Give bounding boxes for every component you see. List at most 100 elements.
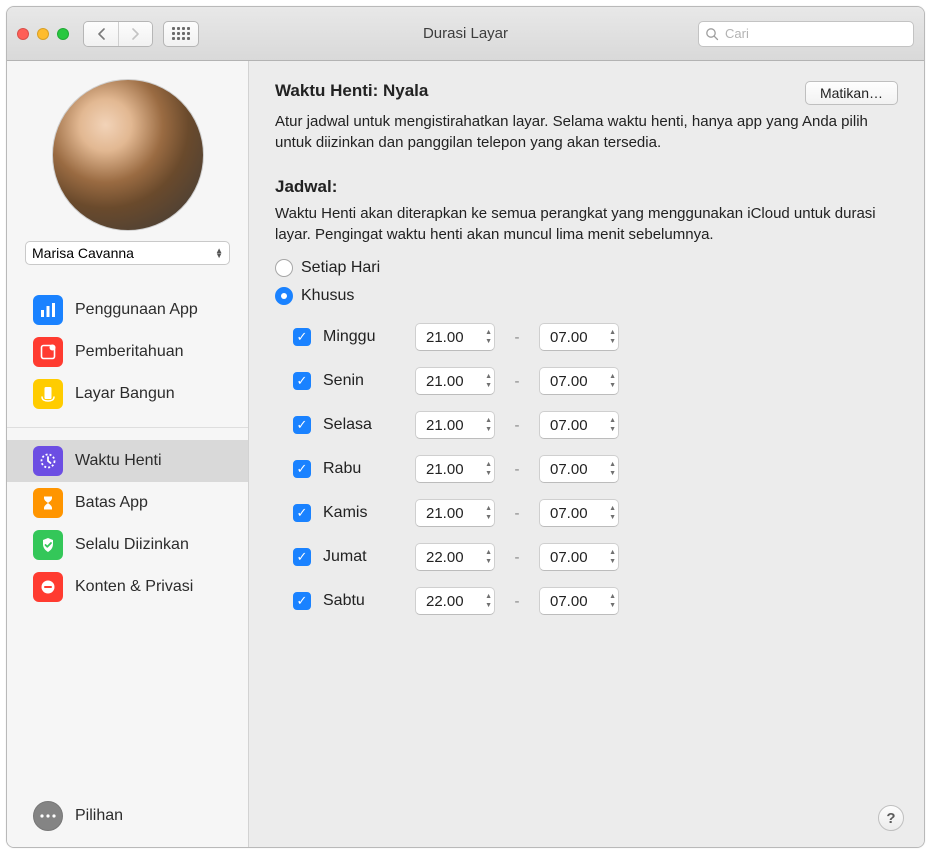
sidebar-item[interactable]: Konten & Privasi: [7, 566, 248, 608]
sidebar-item-label: Batas App: [75, 494, 148, 512]
to-time-field[interactable]: 07.00 ▲▼: [539, 323, 619, 351]
to-time-field[interactable]: 07.00 ▲▼: [539, 587, 619, 615]
forward-button[interactable]: [118, 22, 152, 46]
stepper-icon[interactable]: ▲▼: [609, 416, 616, 434]
from-time-field[interactable]: 21.00 ▲▼: [415, 499, 495, 527]
to-time-field[interactable]: 07.00 ▲▼: [539, 543, 619, 571]
time-value: 21.00: [426, 461, 464, 478]
to-time-field[interactable]: 07.00 ▲▼: [539, 411, 619, 439]
search-field[interactable]: [698, 21, 914, 47]
range-dash: -: [507, 461, 527, 478]
radio-every-day[interactable]: Setiap Hari: [275, 259, 898, 277]
minimize-window-button[interactable]: [37, 28, 49, 40]
search-input[interactable]: [725, 26, 907, 41]
sidebar-item[interactable]: Penggunaan App: [7, 289, 248, 331]
day-checkbox[interactable]: ✓: [293, 460, 311, 478]
always-allowed-icon: [33, 530, 63, 560]
time-value: 22.00: [426, 549, 464, 566]
stepper-icon[interactable]: ▲▼: [485, 372, 492, 390]
time-value: 07.00: [550, 373, 588, 390]
to-time-field[interactable]: 07.00 ▲▼: [539, 367, 619, 395]
day-checkbox[interactable]: ✓: [293, 328, 311, 346]
radio-every-day-label: Setiap Hari: [301, 259, 380, 277]
day-row: ✓ Senin 21.00 ▲▼ - 07.00 ▲▼: [275, 359, 898, 403]
time-value: 22.00: [426, 593, 464, 610]
options-button[interactable]: Pilihan: [7, 791, 248, 847]
sidebar-item-label: Pemberitahuan: [75, 343, 184, 361]
radio-off-icon: [275, 259, 293, 277]
day-checkbox[interactable]: ✓: [293, 504, 311, 522]
day-row: ✓ Jumat 22.00 ▲▼ - 07.00 ▲▼: [275, 535, 898, 579]
sidebar-item-label: Waktu Henti: [75, 452, 162, 470]
from-time-field[interactable]: 21.00 ▲▼: [415, 455, 495, 483]
stepper-icon[interactable]: ▲▼: [485, 592, 492, 610]
notifications-icon: [33, 337, 63, 367]
zoom-window-button[interactable]: [57, 28, 69, 40]
day-row: ✓ Selasa 21.00 ▲▼ - 07.00 ▲▼: [275, 403, 898, 447]
from-time-field[interactable]: 21.00 ▲▼: [415, 411, 495, 439]
radio-on-icon: [275, 287, 293, 305]
show-all-button[interactable]: [163, 21, 199, 47]
from-time-field[interactable]: 22.00 ▲▼: [415, 587, 495, 615]
heading-status: Nyala: [383, 81, 428, 100]
to-time-field[interactable]: 07.00 ▲▼: [539, 455, 619, 483]
day-row: ✓ Sabtu 22.00 ▲▼ - 07.00 ▲▼: [275, 579, 898, 623]
stepper-icon[interactable]: ▲▼: [485, 328, 492, 346]
user-select[interactable]: Marisa Cavanna ▲▼: [25, 241, 230, 265]
radio-custom[interactable]: Khusus: [275, 287, 898, 305]
sidebar-item-label: Penggunaan App: [75, 301, 198, 319]
time-value: 21.00: [426, 417, 464, 434]
day-label: Senin: [323, 372, 403, 390]
day-label: Kamis: [323, 504, 403, 522]
prefpane-window: Durasi Layar Marisa Cavanna ▲▼ Penggunaa…: [6, 6, 925, 848]
chevron-right-icon: [131, 28, 140, 40]
stepper-icon[interactable]: ▲▼: [609, 592, 616, 610]
chevron-left-icon: [97, 28, 106, 40]
range-dash: -: [507, 549, 527, 566]
from-time-field[interactable]: 21.00 ▲▼: [415, 367, 495, 395]
sidebar-item[interactable]: Waktu Henti: [7, 440, 248, 482]
turn-off-button[interactable]: Matikan…: [805, 81, 898, 105]
day-checkbox[interactable]: ✓: [293, 548, 311, 566]
stepper-icon[interactable]: ▲▼: [485, 416, 492, 434]
day-checkbox[interactable]: ✓: [293, 592, 311, 610]
stepper-icon[interactable]: ▲▼: [485, 548, 492, 566]
sidebar-item-label: Konten & Privasi: [75, 578, 193, 596]
sidebar-item[interactable]: Pemberitahuan: [7, 331, 248, 373]
range-dash: -: [507, 417, 527, 434]
content-pane: Waktu Henti: Nyala Matikan… Atur jadwal …: [249, 61, 924, 847]
day-label: Selasa: [323, 416, 403, 434]
description-text: Atur jadwal untuk mengistirahatkan layar…: [275, 111, 898, 153]
day-label: Jumat: [323, 548, 403, 566]
stepper-icon[interactable]: ▲▼: [609, 504, 616, 522]
range-dash: -: [507, 593, 527, 610]
help-button[interactable]: ?: [878, 805, 904, 831]
stepper-icon[interactable]: ▲▼: [609, 460, 616, 478]
day-checkbox[interactable]: ✓: [293, 372, 311, 390]
time-value: 21.00: [426, 373, 464, 390]
day-label: Minggu: [323, 328, 403, 346]
day-label: Sabtu: [323, 592, 403, 610]
sidebar-item[interactable]: Layar Bangun: [7, 373, 248, 415]
from-time-field[interactable]: 21.00 ▲▼: [415, 323, 495, 351]
sidebar-item[interactable]: Batas App: [7, 482, 248, 524]
from-time-field[interactable]: 22.00 ▲▼: [415, 543, 495, 571]
radio-custom-label: Khusus: [301, 287, 354, 305]
sidebar-item[interactable]: Selalu Diizinkan: [7, 524, 248, 566]
stepper-icon[interactable]: ▲▼: [485, 460, 492, 478]
stepper-icon[interactable]: ▲▼: [485, 504, 492, 522]
updown-icon: ▲▼: [215, 248, 223, 258]
search-icon: [705, 27, 719, 41]
stepper-icon[interactable]: ▲▼: [609, 548, 616, 566]
options-label: Pilihan: [75, 807, 123, 825]
back-button[interactable]: [84, 22, 118, 46]
sidebar-item-label: Selalu Diizinkan: [75, 536, 189, 554]
stepper-icon[interactable]: ▲▼: [609, 372, 616, 390]
time-value: 07.00: [550, 593, 588, 610]
day-checkbox[interactable]: ✓: [293, 416, 311, 434]
app-limits-icon: [33, 488, 63, 518]
stepper-icon[interactable]: ▲▼: [609, 328, 616, 346]
close-window-button[interactable]: [17, 28, 29, 40]
range-dash: -: [507, 505, 527, 522]
to-time-field[interactable]: 07.00 ▲▼: [539, 499, 619, 527]
